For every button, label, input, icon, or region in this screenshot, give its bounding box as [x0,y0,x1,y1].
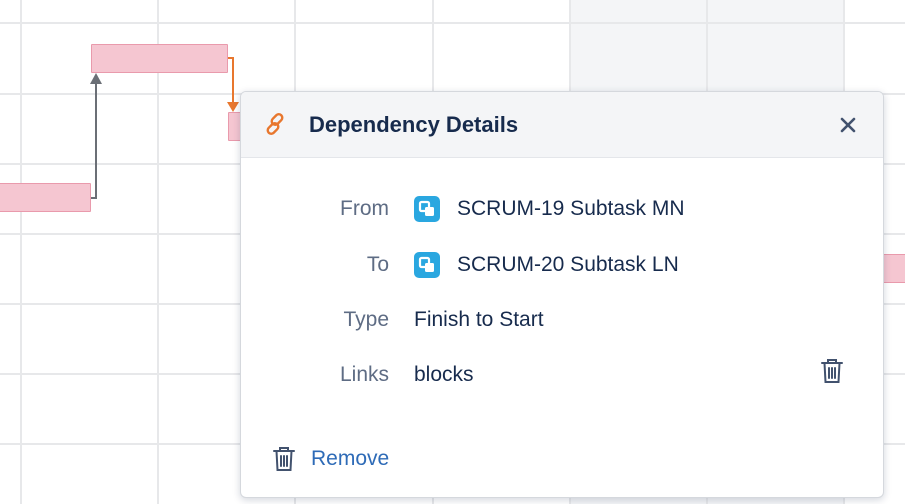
to-label: To [366,253,389,276]
delete-link-trash-icon[interactable] [821,358,843,384]
from-issue-text[interactable]: SCRUM-19 Subtask MN [457,197,685,221]
remove-dependency-button[interactable]: Remove [273,444,389,474]
subtask-icon [414,196,440,222]
to-issue-text[interactable]: SCRUM-20 Subtask LN [457,253,679,277]
type-value: Finish to Start [414,308,544,331]
links-label: Links [339,363,389,386]
links-value: blocks [414,363,474,386]
gantt-view: Dependency Details From SCRUM-19 Subtask… [0,0,905,504]
from-issue[interactable]: SCRUM-19 Subtask MN [414,195,685,223]
from-label: From [340,197,389,220]
trash-icon [273,447,295,471]
dependency-details-dialog: Dependency Details From SCRUM-19 Subtask… [240,91,884,498]
type-label: Type [343,308,389,331]
dependency-arrow[interactable] [91,80,97,199]
to-issue[interactable]: SCRUM-20 Subtask LN [414,251,679,279]
arrow-head-icon [227,102,239,112]
link-icon [266,113,284,135]
dependency-arrow-selected[interactable] [228,57,234,104]
dialog-title: Dependency Details [309,112,519,137]
arrow-head-icon [90,73,102,84]
dialog-header: Dependency Details [241,92,883,158]
subtask-icon [414,252,440,278]
remove-label[interactable]: Remove [311,447,389,471]
close-icon[interactable] [837,114,859,136]
